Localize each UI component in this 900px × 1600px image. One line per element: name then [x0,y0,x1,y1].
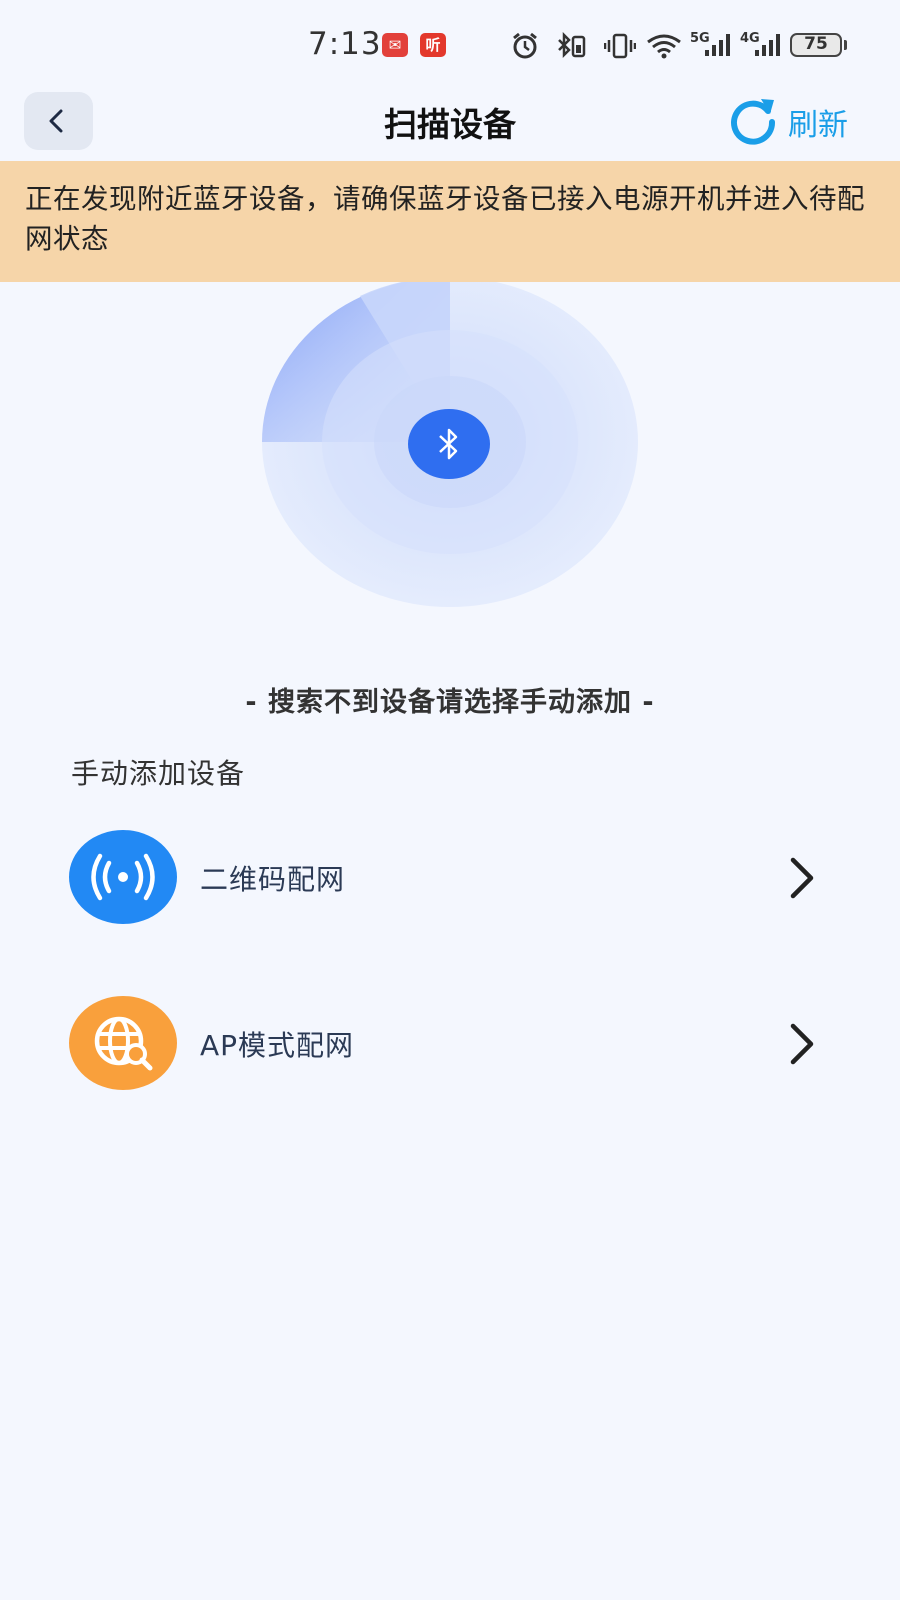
qr-code-provisioning-option[interactable]: 二维码配网 [60,820,840,930]
globe-search-icon [69,996,177,1090]
status-time: 7:13 [308,26,382,62]
ap-mode-provisioning-option[interactable]: AP模式配网 [60,986,840,1096]
listen-app-icon: 听 [420,33,446,57]
chevron-right-icon [790,1023,814,1065]
option-label: AP模式配网 [200,1029,355,1062]
refresh-icon [731,99,776,145]
bluetooth-icon [408,409,490,479]
signal-5g-icon [705,34,730,56]
app-notification-icon: ✉ [382,33,408,57]
alarm-icon [513,32,537,59]
manual-add-hint: - 搜索不到设备请选择手动添加 - [245,687,655,718]
manual-add-section-title: 手动添加设备 [71,757,246,790]
wifi-icon [647,34,681,59]
option-label: 二维码配网 [200,863,346,896]
chevron-right-icon [790,857,814,899]
refresh-button[interactable]: 刷新 [728,92,878,148]
scan-notice-banner: 正在发现附近蓝牙设备，请确保蓝牙设备已接入电源开机并进入待配网状态 [0,161,900,282]
signal-4g-icon [755,34,780,56]
signal-broadcast-icon [69,830,177,924]
scan-device-screen: 7:13 ✉ 听 5G 4G 75 扫描设备 刷新 正在发现附近蓝牙设备，请确保… [0,0,900,1600]
bluetooth-battery-icon [558,32,586,59]
refresh-label: 刷新 [788,108,848,143]
battery-indicator: 75 [790,33,842,57]
status-bar: 7:13 ✉ 听 5G 4G 75 [0,0,900,80]
battery-tip [844,40,847,50]
vibrate-icon [604,33,636,59]
